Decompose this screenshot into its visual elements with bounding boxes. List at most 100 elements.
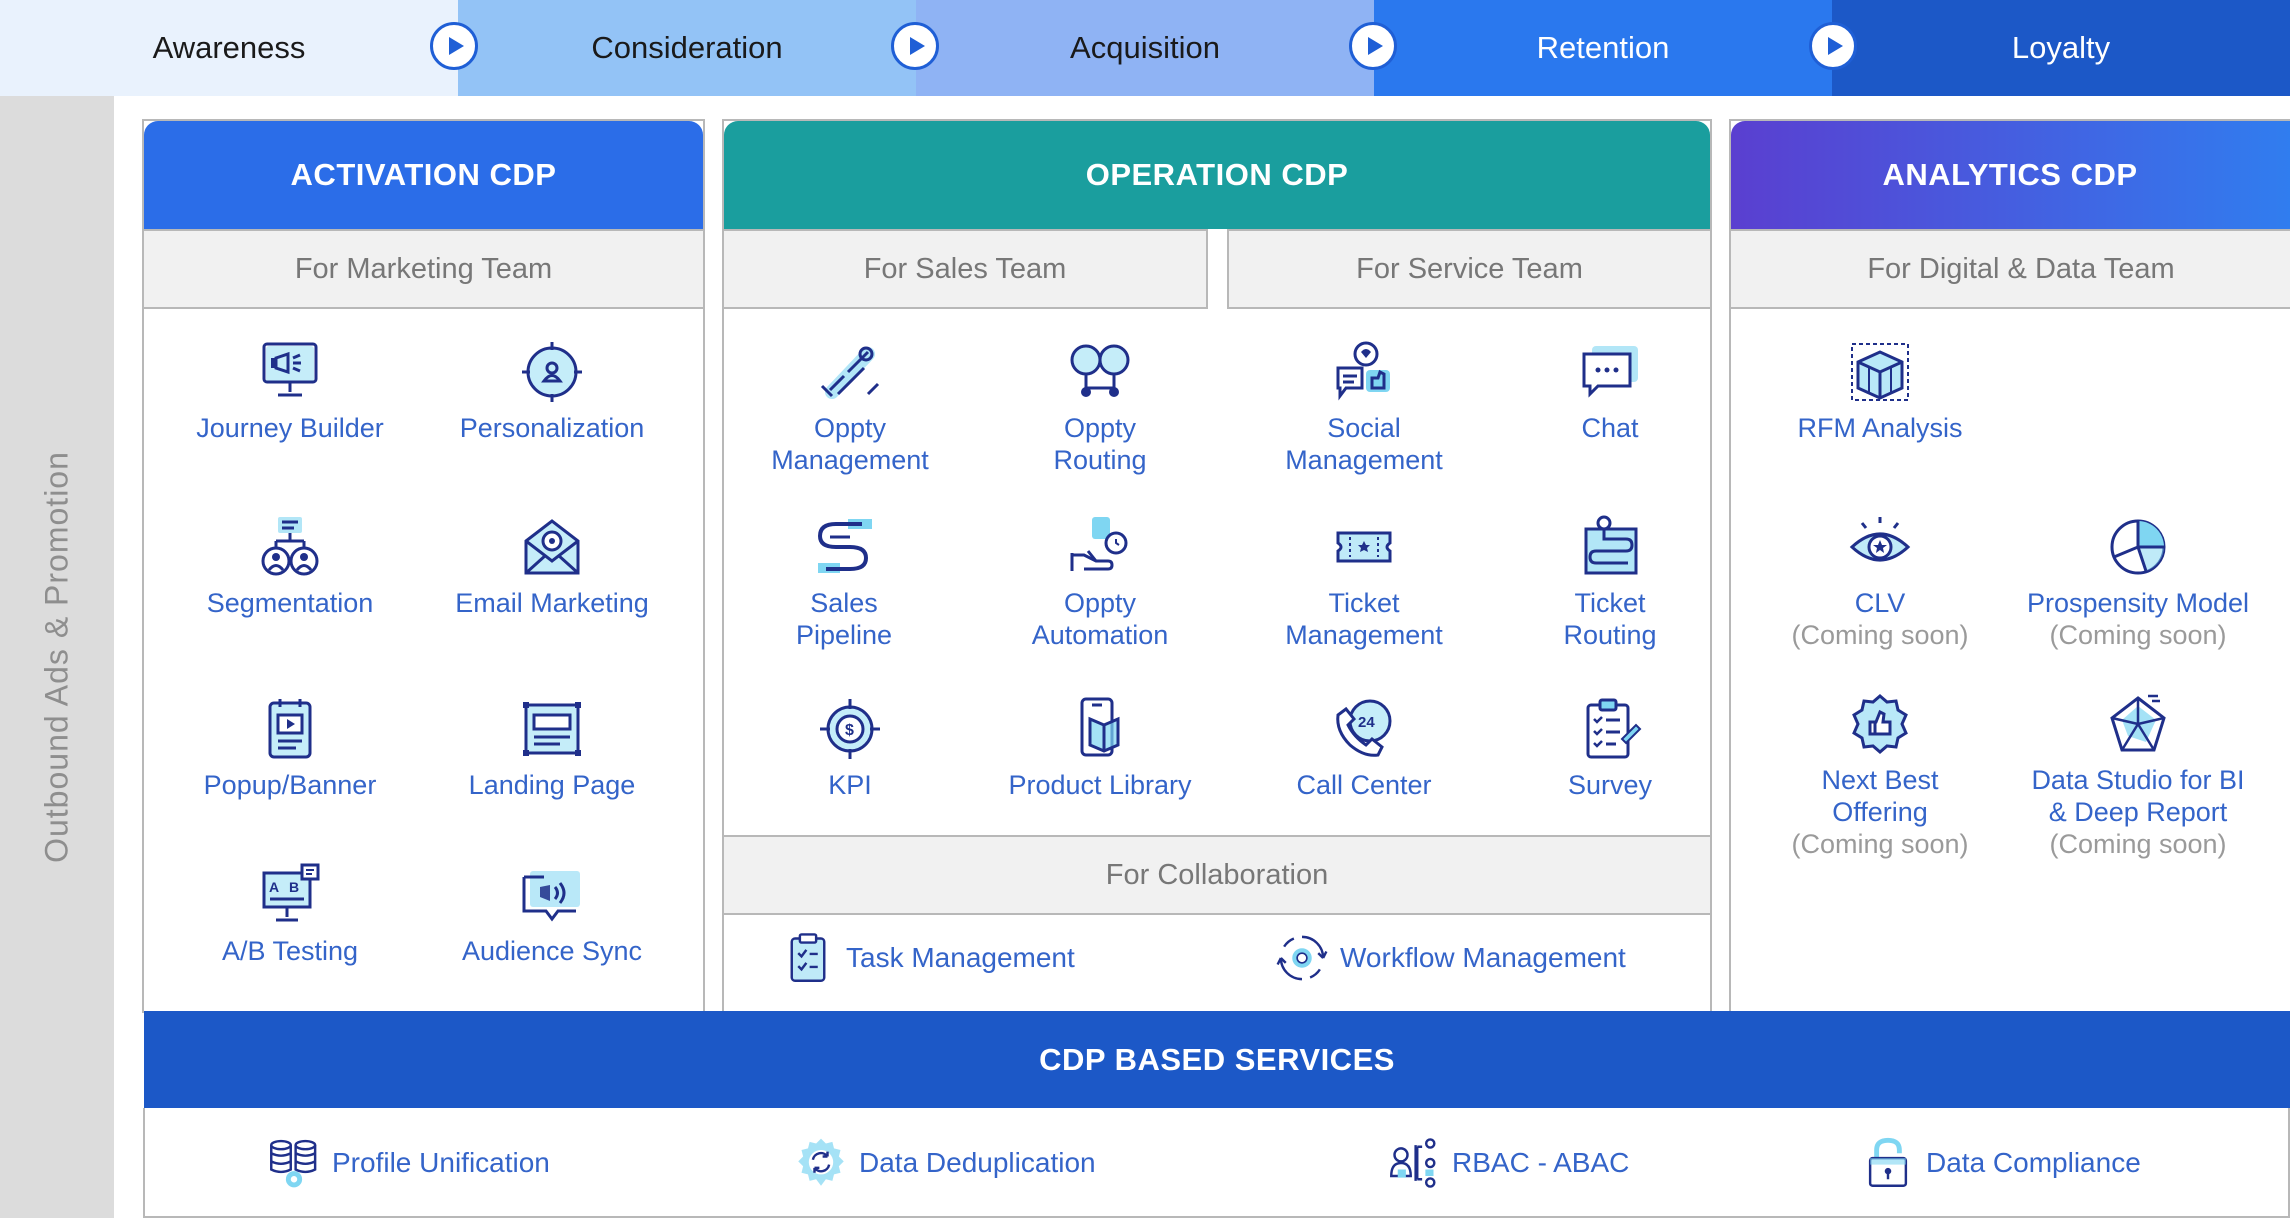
tile-segmentation[interactable]: Segmentation	[165, 515, 415, 619]
ticket-routing-icon	[1584, 515, 1638, 575]
ab-testing-icon: AB	[262, 863, 320, 922]
coming-soon-note: (Coming soon)	[2049, 829, 2227, 859]
tile-oppty-management[interactable]: Oppty Management	[725, 340, 975, 476]
tile-landing-page[interactable]: Landing Page	[427, 697, 677, 801]
tile-oppty-automation[interactable]: Oppty Automation	[975, 515, 1225, 651]
funnel-step-label: Acquisition	[1070, 30, 1220, 65]
tile-label: Personalization	[459, 413, 645, 443]
tile-prospensity-model[interactable]: Prospensity Model (Coming soon)	[1988, 515, 2288, 651]
tile-label: RFM Analysis	[1797, 413, 1963, 443]
play-arrow-icon	[1349, 22, 1397, 70]
coming-soon-note: (Coming soon)	[2049, 620, 2227, 650]
tile-survey[interactable]: Survey	[1485, 697, 1735, 801]
tile-label: Journey Builder	[196, 413, 384, 443]
service-data-deduplication[interactable]: Data Deduplication	[795, 1137, 1096, 1189]
database-gear-icon	[270, 1139, 317, 1188]
collab-task-management[interactable]: Task Management	[782, 932, 1075, 984]
coming-soon-note: (Coming soon)	[1791, 829, 1969, 859]
analytics-title-text: ANALYTICS CDP	[1882, 157, 2138, 192]
tile-popup-banner[interactable]: Popup/Banner	[165, 697, 415, 801]
tile-journey-builder[interactable]: Journey Builder	[165, 340, 415, 444]
user-target-icon	[522, 342, 582, 402]
service-label: Profile Unification	[332, 1147, 550, 1178]
play-arrow-icon	[430, 22, 478, 70]
tile-label: Segmentation	[206, 588, 374, 618]
tile-label: Chat	[1581, 413, 1639, 443]
chat-icon	[1582, 346, 1638, 398]
tile-rfm-analysis[interactable]: RFM Analysis	[1755, 340, 2005, 444]
badge-thumbs-icon	[1852, 694, 1908, 754]
service-data-compliance[interactable]: Data Compliance	[1862, 1137, 2141, 1189]
service-team-label: For Service Team	[1227, 229, 1712, 309]
call-center-24-icon: 24	[1336, 699, 1392, 757]
tile-kpi[interactable]: $ KPI	[725, 697, 975, 801]
service-label: RBAC - ABAC	[1452, 1147, 1630, 1178]
radar-chart-icon	[2110, 694, 2166, 752]
collab-label: Workflow Management	[1340, 942, 1626, 973]
collab-workflow-management[interactable]: Workflow Management	[1276, 932, 1626, 984]
tile-label: CLV	[1854, 588, 1906, 618]
service-label: Data Compliance	[1926, 1147, 2141, 1178]
workflow-cycle-icon	[1276, 935, 1328, 981]
funnel-step-label: Retention	[1536, 30, 1670, 65]
product-library-icon	[1080, 697, 1120, 757]
social-thumbs-icon	[1336, 341, 1390, 401]
tile-call-center[interactable]: 24 Call Center	[1239, 697, 1489, 801]
tile-email-marketing[interactable]: Email Marketing	[427, 515, 677, 619]
tile-ab-testing[interactable]: AB A/B Testing	[165, 863, 415, 967]
svg-text:B: B	[289, 879, 299, 895]
tile-product-library[interactable]: Product Library	[975, 697, 1225, 801]
funnel-step-loyalty: Loyalty	[1832, 0, 2290, 96]
survey-clipboard-icon	[1586, 698, 1642, 759]
service-profile-unification[interactable]: Profile Unification	[268, 1137, 550, 1189]
tile-personalization[interactable]: Personalization	[427, 340, 677, 444]
marketing-team-label: For Marketing Team	[142, 229, 705, 309]
collaboration-label: For Collaboration	[722, 835, 1712, 915]
tile-sales-pipeline[interactable]: Sales Pipeline	[719, 515, 969, 651]
popup-banner-icon	[268, 699, 312, 759]
tile-label: Product Library	[1008, 770, 1192, 800]
tile-chat[interactable]: Chat	[1485, 340, 1735, 444]
padlock-icon	[1868, 1137, 1908, 1187]
tile-oppty-routing[interactable]: Oppty Routing	[975, 340, 1225, 476]
pie-chart-icon	[2110, 519, 2166, 575]
tile-label: KPI	[828, 770, 872, 800]
activation-title: ACTIVATION CDP	[144, 121, 703, 229]
routing-icon	[1070, 344, 1130, 397]
tile-clv[interactable]: CLV (Coming soon)	[1755, 515, 2005, 651]
analytics-title: ANALYTICS CDP	[1731, 121, 2290, 229]
svg-text:A: A	[269, 879, 279, 895]
rfm-cube-icon	[1851, 343, 1909, 401]
audience-sync-icon	[522, 871, 580, 922]
collab-label: Task Management	[846, 942, 1075, 973]
handshake-icon	[820, 346, 880, 399]
automation-hand-icon	[1070, 517, 1128, 571]
operation-title: OPERATION CDP	[724, 121, 1710, 229]
tile-label: Data Studio for BI & Deep Report	[2031, 765, 2245, 827]
kpi-target-icon: $	[820, 699, 880, 759]
segmentation-users-icon	[261, 517, 319, 576]
tile-audience-sync[interactable]: Audience Sync	[427, 863, 677, 967]
service-rbac-abac[interactable]: RBAC - ABAC	[1388, 1137, 1629, 1189]
play-arrow-icon	[1809, 22, 1857, 70]
dedup-gear-icon	[798, 1138, 844, 1186]
landing-page-icon	[523, 702, 581, 756]
tile-label: Audience Sync	[461, 936, 643, 966]
tile-label: Call Center	[1296, 770, 1432, 800]
tile-label: Sales Pipeline	[795, 588, 893, 650]
digital-data-team-label: For Digital & Data Team	[1729, 229, 2290, 309]
svg-text:$: $	[845, 722, 854, 739]
tile-label: Email Marketing	[455, 588, 649, 618]
funnel-step-label: Loyalty	[2011, 30, 2111, 65]
tile-next-best-offering[interactable]: Next Best Offering (Coming soon)	[1755, 692, 2005, 860]
tile-label: Prospensity Model	[2026, 588, 2250, 618]
funnel-step-label: Consideration	[591, 30, 783, 65]
tile-ticket-management[interactable]: Ticket Management	[1239, 515, 1489, 651]
tile-label: Oppty Routing	[1053, 413, 1147, 475]
tile-data-studio[interactable]: Data Studio for BI & Deep Report (Coming …	[1988, 692, 2288, 860]
tile-social-management[interactable]: Social Management	[1239, 340, 1489, 476]
access-control-icon	[1390, 1138, 1436, 1188]
side-label: Outbound Ads & Promotion	[38, 451, 75, 863]
tile-ticket-routing[interactable]: Ticket Routing	[1485, 515, 1735, 651]
tile-label: Landing Page	[468, 770, 636, 800]
